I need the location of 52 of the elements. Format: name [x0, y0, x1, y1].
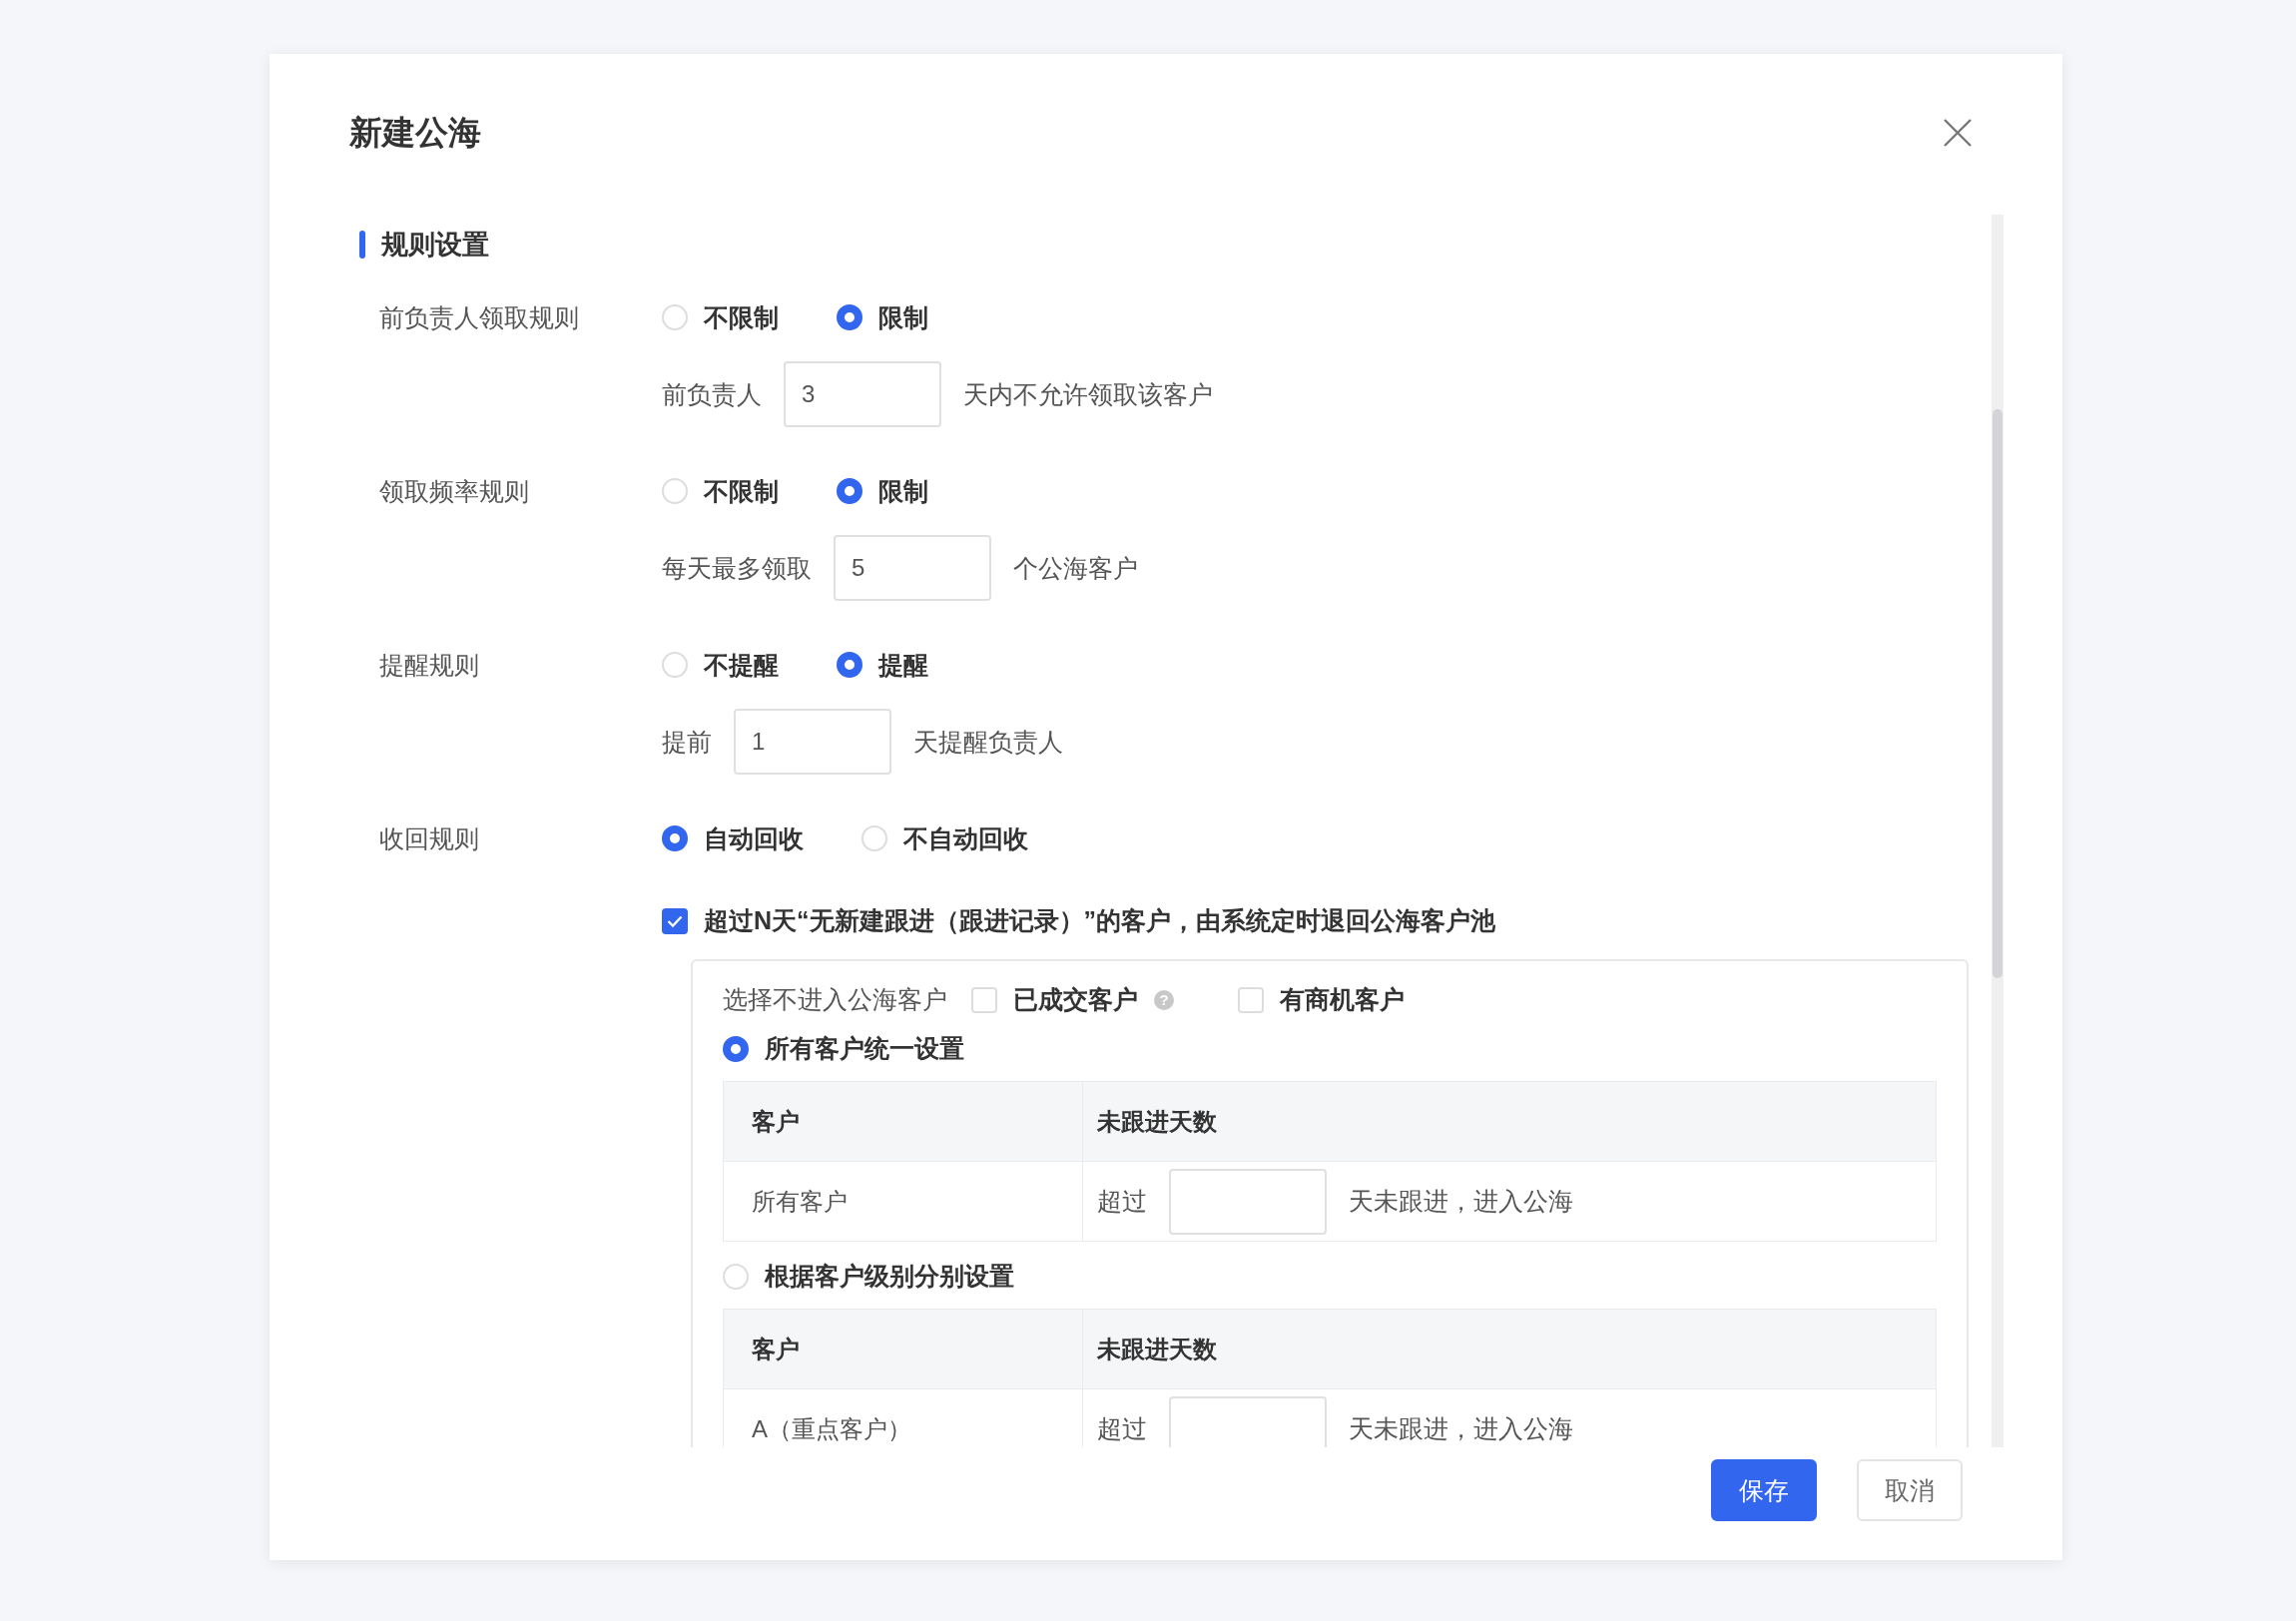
number-field[interactable]: 1: [734, 709, 891, 775]
rule-label: 前负责人领取规则: [378, 302, 580, 333]
section-title: 规则设置: [381, 229, 489, 262]
radio-label[interactable]: 不限制: [704, 300, 779, 334]
radio-label[interactable]: 提醒: [878, 648, 928, 682]
radio-label[interactable]: 不提醒: [704, 648, 779, 682]
radio-button[interactable]: [837, 304, 862, 330]
radio-button[interactable]: [662, 825, 688, 851]
number-field[interactable]: [1169, 1395, 1327, 1447]
field-suffix: 个公海客户: [1013, 552, 1138, 584]
radio-label[interactable]: 限制: [878, 474, 928, 508]
radio-label[interactable]: 限制: [878, 300, 928, 334]
column-header: 未跟进天数: [1096, 1334, 1218, 1364]
field-label: 提前: [662, 726, 712, 758]
radio-label[interactable]: 根据客户级别分别设置: [765, 1260, 1014, 1293]
dialog-title: 新建公海: [349, 113, 481, 153]
field-label: 前负责人: [662, 378, 762, 410]
field-label: 选择不进入公海客户: [723, 984, 947, 1015]
checkbox-label[interactable]: 已成交客户: [1013, 983, 1138, 1016]
field-suffix: 天未跟进，进入公海: [1349, 1413, 1573, 1444]
number-field[interactable]: 3: [784, 361, 941, 427]
save-button[interactable]: 保存: [1711, 1459, 1817, 1521]
column-header: 客户: [724, 1310, 1083, 1388]
radio-button[interactable]: [837, 478, 862, 504]
radio-button[interactable]: [723, 1035, 749, 1062]
table-cell: 所有客户: [724, 1162, 1083, 1241]
field-label: 每天最多领取: [662, 552, 812, 584]
column-header: 未跟进天数: [1096, 1106, 1218, 1137]
rule-label: 提醒规则: [378, 650, 480, 681]
field-suffix: 天内不允许领取该客户: [963, 378, 1213, 410]
field-label: 超过: [1097, 1413, 1147, 1444]
radio-label[interactable]: 不限制: [704, 474, 779, 508]
close-icon[interactable]: [1943, 118, 1973, 148]
radio-label[interactable]: 不自动回收: [903, 821, 1028, 855]
table-cell: A（重点客户）: [724, 1389, 1083, 1447]
check-icon: [667, 914, 683, 927]
number-field[interactable]: 5: [834, 535, 991, 601]
cancel-button[interactable]: 取消: [1857, 1459, 1963, 1521]
field-suffix: 天提醒负责人: [913, 726, 1063, 758]
number-field[interactable]: [1169, 1168, 1327, 1235]
field-label: 超过: [1097, 1186, 1147, 1217]
column-header: 客户: [724, 1082, 1083, 1161]
checkbox-label[interactable]: 超过N天“无新建跟进（跟进记录）”的客户，由系统定时退回公海客户池: [704, 904, 1496, 937]
checkbox-label[interactable]: 有商机客户: [1280, 983, 1405, 1016]
rule-label: 领取频率规则: [378, 476, 530, 507]
section-marker: [359, 231, 365, 259]
radio-button[interactable]: [837, 652, 862, 678]
rule-label: 收回规则: [378, 823, 480, 854]
checkbox[interactable]: [662, 907, 688, 934]
radio-label[interactable]: 所有客户统一设置: [765, 1032, 964, 1065]
field-suffix: 天未跟进，进入公海: [1349, 1186, 1573, 1217]
radio-label[interactable]: 自动回收: [704, 821, 804, 855]
